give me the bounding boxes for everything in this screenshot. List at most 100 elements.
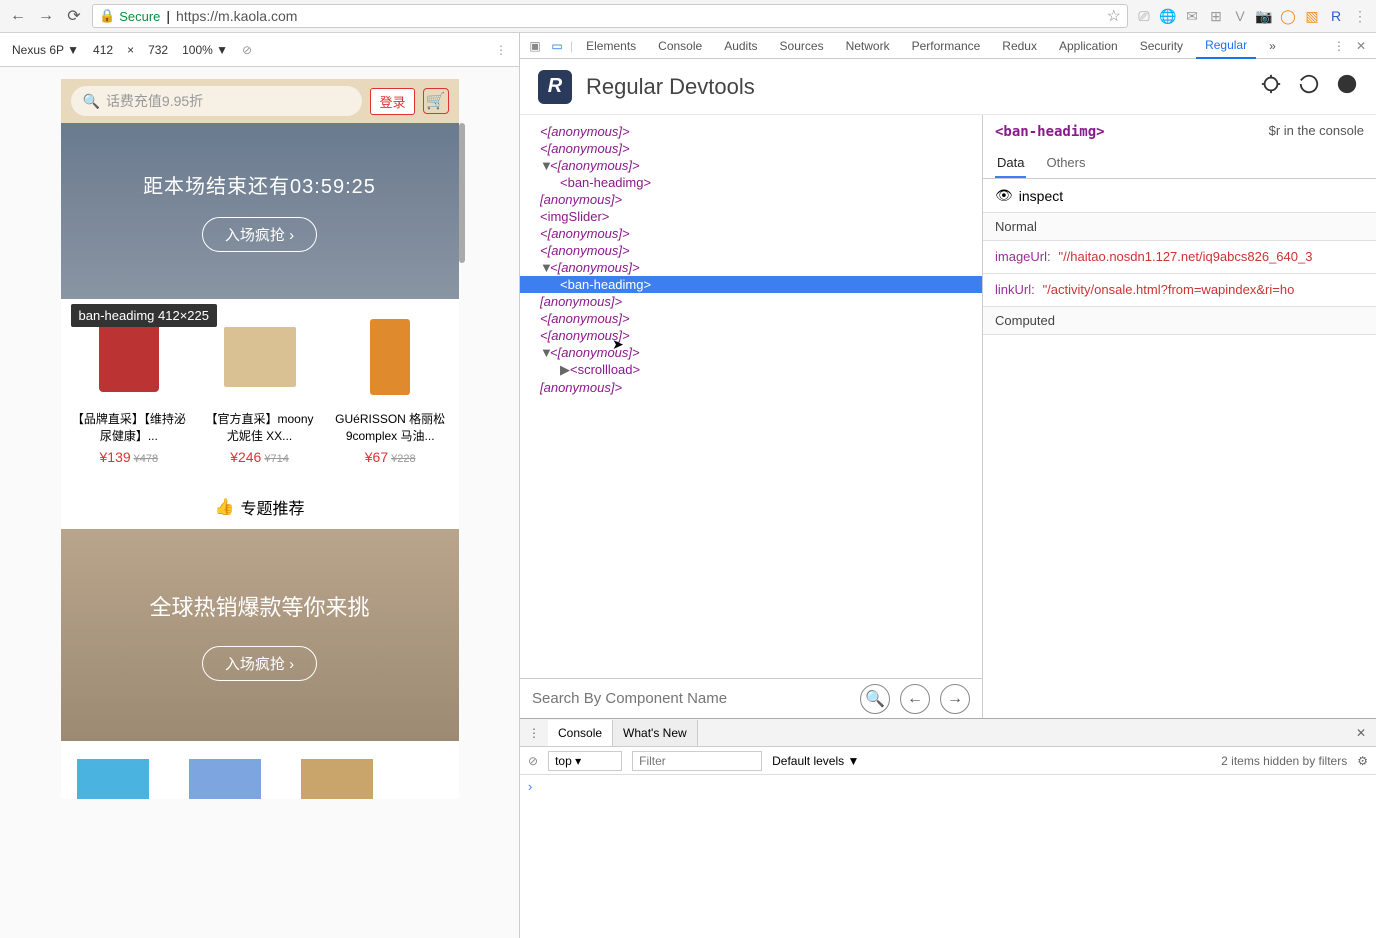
r-ext-icon[interactable]: R xyxy=(1328,8,1344,24)
bookmark-star-icon[interactable]: ☆ xyxy=(1107,6,1121,26)
devtools-tabs: ▣ ▭ | Elements Console Audits Sources Ne… xyxy=(520,33,1376,59)
context-selector[interactable]: top ▾ xyxy=(548,751,622,771)
v-icon[interactable]: V xyxy=(1232,8,1248,24)
tree-node[interactable]: ▼<[anonymous]> xyxy=(520,344,982,361)
search-next-icon[interactable]: → xyxy=(940,684,970,714)
device-selector[interactable]: Nexus 6P ▼ xyxy=(12,43,79,57)
tree-node[interactable]: ▼<[anonymous]> xyxy=(520,259,982,276)
back-button[interactable]: ← xyxy=(8,6,28,26)
product-price: ¥246 xyxy=(230,449,261,465)
tree-node[interactable]: <[anonymous]> xyxy=(520,242,982,259)
target-icon[interactable] xyxy=(1260,73,1282,100)
console-filter-bar: ⊘ top ▾ Default levels ▼ 2 items hidden … xyxy=(520,747,1376,775)
console-body[interactable]: › xyxy=(520,775,1376,938)
more-tabs-icon[interactable]: » xyxy=(1260,34,1285,58)
banner-2[interactable]: 全球热销爆款等你来挑 入场疯抢 › xyxy=(61,529,459,741)
address-bar[interactable]: 🔒 Secure | https://m.kaola.com ☆ xyxy=(92,4,1128,28)
zoom-selector[interactable]: 100% ▼ xyxy=(182,43,228,57)
tab-audits[interactable]: Audits xyxy=(715,34,766,58)
regular-body: ➤ <[anonymous]><[anonymous]>▼<[anonymous… xyxy=(520,115,1376,718)
gear-icon[interactable]: ⚙ xyxy=(1357,754,1368,768)
tree-node[interactable]: <ban-headimg> xyxy=(520,276,982,293)
tree-node[interactable]: <ban-headimg> xyxy=(520,174,982,191)
dimension-separator: × xyxy=(127,43,134,57)
device-height[interactable]: 732 xyxy=(148,43,168,57)
tab-network[interactable]: Network xyxy=(837,34,899,58)
menu-icon[interactable]: ⋮ xyxy=(1352,8,1368,24)
console-filter-input[interactable] xyxy=(632,751,762,771)
rotate-icon[interactable]: ⊘ xyxy=(242,43,252,57)
component-search-input[interactable] xyxy=(532,690,850,707)
ext-icon[interactable]: ⎚ xyxy=(1136,8,1152,24)
camera-icon[interactable]: 📷 xyxy=(1256,8,1272,24)
reload-button[interactable]: ⟳ xyxy=(64,6,84,26)
tab-console[interactable]: Console xyxy=(649,34,711,58)
tab-performance[interactable]: Performance xyxy=(903,34,990,58)
console-ref-hint: $r in the console xyxy=(1269,123,1364,138)
tree-node[interactable]: [anonymous]> xyxy=(520,379,982,396)
product-thumb[interactable] xyxy=(301,759,373,799)
tree-node[interactable]: <imgSlider> xyxy=(520,208,982,225)
devtools-menu-icon[interactable]: ⋮ xyxy=(1330,37,1348,55)
banner-2-button[interactable]: 入场疯抢 › xyxy=(202,646,317,681)
device-width[interactable]: 412 xyxy=(93,43,113,57)
data-row[interactable]: linkUrl: "/activity/onsale.html?from=wap… xyxy=(983,274,1376,307)
tab-regular[interactable]: Regular xyxy=(1196,33,1256,59)
tab-redux[interactable]: Redux xyxy=(993,34,1046,58)
data-key: imageUrl: xyxy=(995,249,1051,264)
search-input[interactable]: 🔍 话费充值9.95折 xyxy=(71,86,363,116)
product-thumb[interactable] xyxy=(77,759,149,799)
tree-node[interactable]: ▶<scrollload> xyxy=(520,361,982,379)
product-card[interactable]: 【官方直采】moony 尤妮佳 XX... ¥246¥714 xyxy=(197,313,322,467)
login-button[interactable]: 登录 xyxy=(370,88,414,115)
tab-security[interactable]: Security xyxy=(1131,34,1192,58)
console-tab[interactable]: Console xyxy=(548,720,613,746)
forward-button[interactable]: → xyxy=(36,6,56,26)
tree-node[interactable]: [anonymous]> xyxy=(520,293,982,310)
tree-node[interactable]: [anonymous]> xyxy=(520,191,982,208)
more-icon[interactable]: ⋮ xyxy=(495,43,507,57)
close-drawer-icon[interactable]: ✕ xyxy=(1346,726,1376,740)
tree-node[interactable]: <[anonymous]> xyxy=(520,140,982,157)
data-row[interactable]: imageUrl: "//haitao.nosdn1.127.net/iq9ab… xyxy=(983,241,1376,274)
cart-icon[interactable]: 🛒 xyxy=(423,88,449,114)
inspect-row[interactable]: 👁 inspect xyxy=(983,179,1376,213)
tab-elements[interactable]: Elements xyxy=(577,34,645,58)
banner-1-button[interactable]: 入场疯抢 › xyxy=(202,217,317,252)
tree-node[interactable]: ▼<[anonymous]> xyxy=(520,157,982,174)
log-levels-selector[interactable]: Default levels ▼ xyxy=(772,754,859,768)
tree-node[interactable]: <[anonymous]> xyxy=(520,327,982,344)
product-thumb[interactable] xyxy=(189,759,261,799)
tab-others[interactable]: Others xyxy=(1044,149,1087,178)
scrollbar-thumb[interactable] xyxy=(459,123,465,263)
product-card[interactable]: 【品牌直采】【维持泌尿健康】... ¥139¥478 xyxy=(67,313,192,467)
banner-1[interactable]: 距本场结束还有03:59:25 入场疯抢 › xyxy=(61,123,459,299)
search-prev-icon[interactable]: ← xyxy=(900,684,930,714)
whatsnew-tab[interactable]: What's New xyxy=(613,720,698,746)
component-tree[interactable]: ➤ <[anonymous]><[anonymous]>▼<[anonymous… xyxy=(520,115,982,678)
product-card[interactable]: GUéRISSON 格丽松 9complex 马油... ¥67¥228 xyxy=(328,313,453,467)
mail-icon[interactable]: ✉ xyxy=(1184,8,1200,24)
console-menu-icon[interactable]: ⋮ xyxy=(520,726,548,740)
grid-icon[interactable]: ⊞ xyxy=(1208,8,1224,24)
github-icon[interactable] xyxy=(1336,73,1358,100)
tab-sources[interactable]: Sources xyxy=(771,34,833,58)
side-panel-tabs: Data Others xyxy=(983,149,1376,179)
circle-icon[interactable]: ◯ xyxy=(1280,8,1296,24)
search-submit-icon[interactable]: 🔍 xyxy=(860,684,890,714)
tab-application[interactable]: Application xyxy=(1050,34,1127,58)
globe-icon[interactable]: 🌐 xyxy=(1160,8,1176,24)
rss-icon[interactable]: ▧ xyxy=(1304,8,1320,24)
inspect-element-icon[interactable]: ▣ xyxy=(526,37,544,55)
clear-console-icon[interactable]: ⊘ xyxy=(528,754,538,768)
device-toggle-icon[interactable]: ▭ xyxy=(548,37,566,55)
close-devtools-icon[interactable]: ✕ xyxy=(1352,37,1370,55)
mobile-viewport: ban-headimg 412×225 🔍 话费充值9.95折 登录 🛒 距本场… xyxy=(0,67,519,938)
tree-node[interactable]: <[anonymous]> xyxy=(520,310,982,327)
cursor-icon: ➤ xyxy=(612,336,624,353)
tree-node[interactable]: <[anonymous]> xyxy=(520,123,982,140)
product-title: GUéRISSON 格丽松 9complex 马油... xyxy=(328,411,453,445)
tree-node[interactable]: <[anonymous]> xyxy=(520,225,982,242)
refresh-icon[interactable] xyxy=(1298,73,1320,100)
tab-data[interactable]: Data xyxy=(995,149,1026,178)
